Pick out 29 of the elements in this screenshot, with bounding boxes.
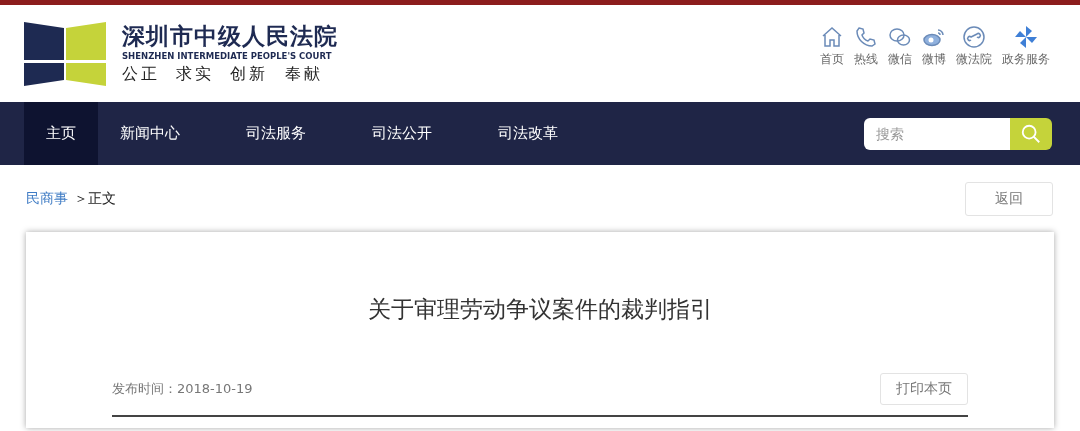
breadcrumb-current: ＞正文 (74, 189, 116, 208)
nav-tab[interactable]: 司法服务 (224, 102, 328, 165)
publish-date: 发布时间：2018-10-19 (112, 380, 253, 398)
house-icon (820, 25, 844, 49)
quick-link[interactable]: 热线 (854, 25, 878, 68)
quick-link[interactable]: 政务服务 (1002, 25, 1050, 68)
search-button[interactable] (1010, 117, 1052, 150)
court-logo-icon (24, 21, 106, 86)
court-english-name: SHENZHEN INTERMEDIATE PEOPLE'S COURT (122, 49, 333, 62)
nav-tab[interactable]: 司法改革 (476, 102, 580, 165)
court-motto: 公正 求实 创新 奉献 (122, 62, 324, 85)
search-field[interactable]: 搜索 (864, 117, 1010, 150)
nav-tab[interactable]: 主页 (24, 102, 98, 165)
circle-link-icon (962, 25, 986, 49)
print-button[interactable]: 打印本页 (880, 373, 968, 405)
quick-link[interactable]: 首页 (820, 25, 844, 68)
nav-tab[interactable]: 新闻中心 (98, 102, 202, 165)
phone-icon (854, 25, 878, 49)
nav-tab[interactable]: 司法公开 (350, 102, 454, 165)
chat-bubbles-icon (888, 25, 912, 49)
quick-link[interactable]: 微信 (888, 25, 912, 68)
court-name: 深圳市中级人民法院 (122, 21, 338, 50)
quick-link[interactable]: 微法院 (956, 25, 992, 68)
article-title: 关于审理劳动争议案件的裁判指引 (366, 295, 714, 324)
pinwheel-icon (1014, 25, 1038, 49)
search-icon (1020, 122, 1042, 145)
breadcrumb-link[interactable]: 民商事 (26, 189, 68, 208)
quick-link[interactable]: 微博 (922, 25, 946, 68)
back-button[interactable]: 返回 (965, 181, 1053, 216)
